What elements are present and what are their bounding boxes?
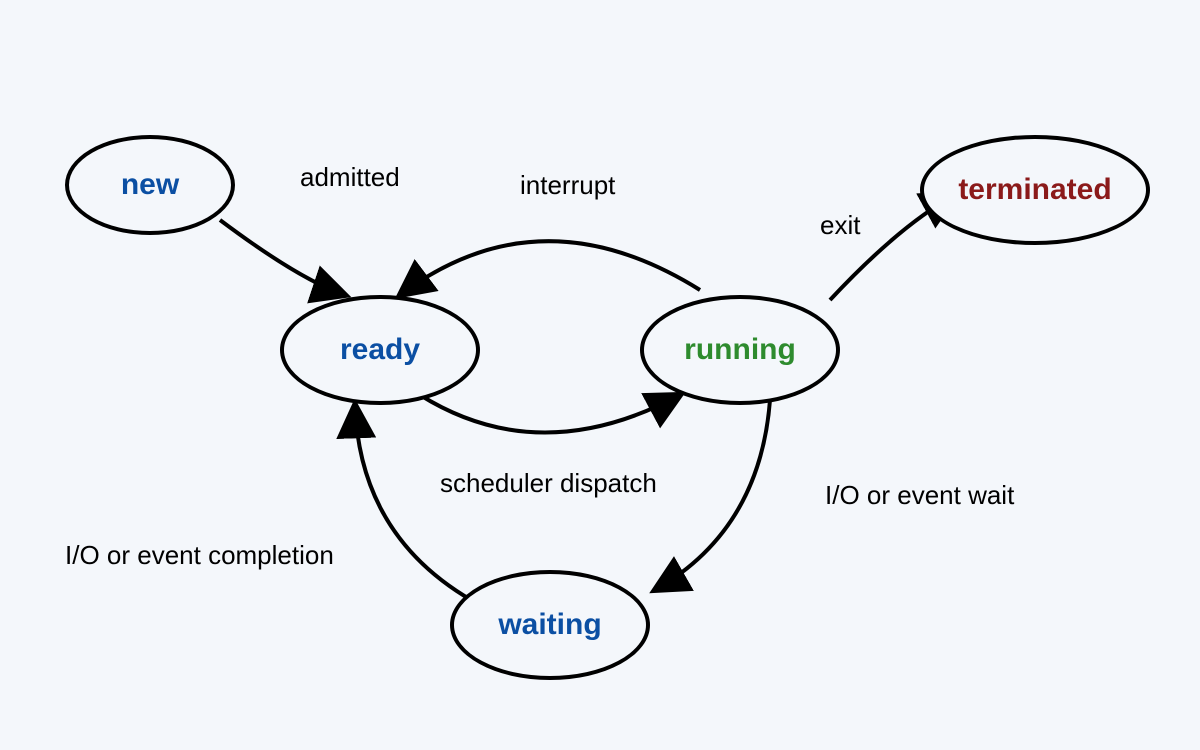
edge-io-completion: [355, 405, 480, 605]
state-running: running: [640, 295, 840, 405]
state-new-label: new: [121, 168, 179, 202]
edge-scheduler-dispatch: [420, 395, 680, 433]
label-io-completion: I/O or event completion: [65, 540, 334, 571]
state-terminated: terminated: [920, 135, 1150, 245]
state-waiting-label: waiting: [498, 608, 601, 642]
state-waiting: waiting: [450, 570, 650, 680]
state-ready: ready: [280, 295, 480, 405]
edge-admitted: [220, 220, 345, 295]
label-io-wait: I/O or event wait: [825, 480, 1014, 511]
label-interrupt: interrupt: [520, 170, 615, 201]
state-running-label: running: [684, 333, 796, 367]
state-terminated-label: terminated: [958, 173, 1111, 207]
state-ready-label: ready: [340, 333, 420, 367]
process-state-diagram: new ready running waiting terminated adm…: [0, 0, 1200, 750]
label-admitted: admitted: [300, 162, 400, 193]
state-new: new: [65, 135, 235, 235]
edge-interrupt: [400, 241, 700, 295]
edge-io-wait: [655, 400, 770, 590]
label-scheduler-dispatch: scheduler dispatch: [440, 468, 657, 499]
label-exit: exit: [820, 210, 860, 241]
